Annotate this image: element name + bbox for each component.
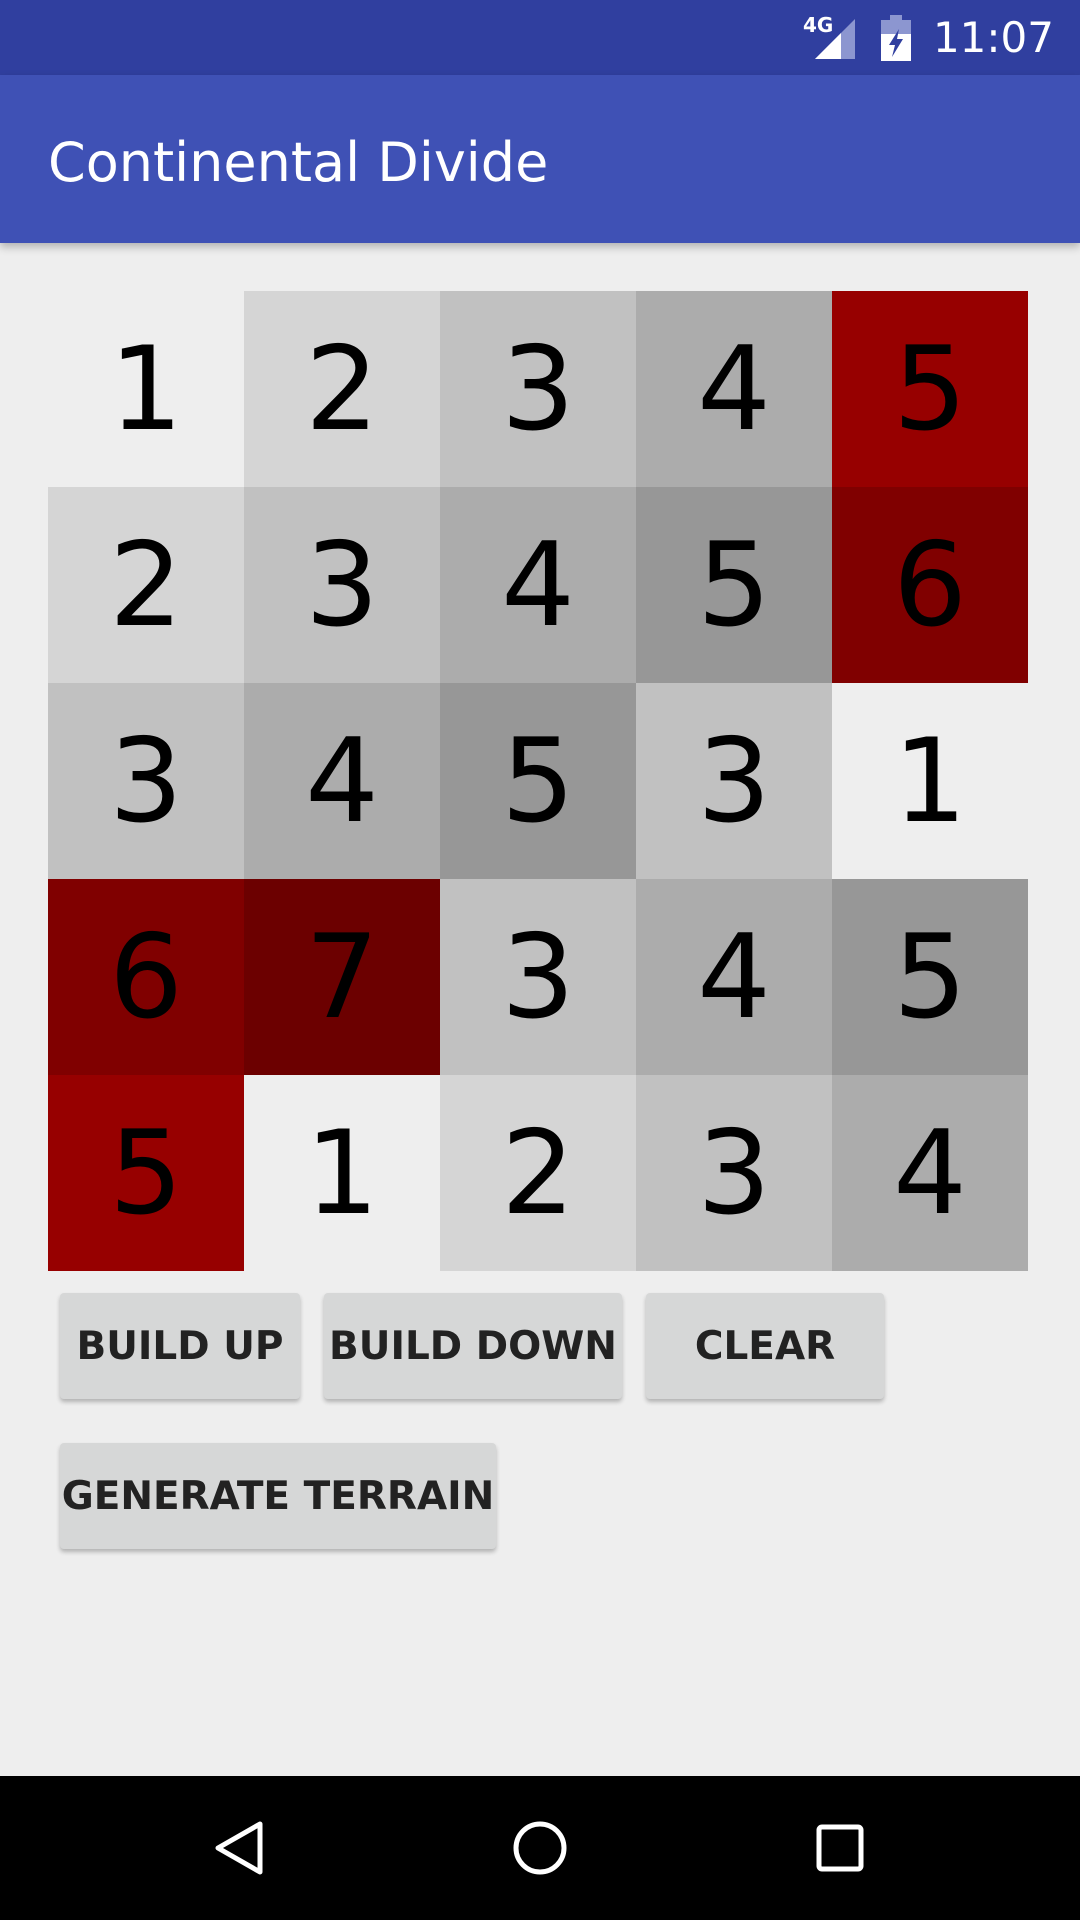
grid-cell[interactable]: 5 xyxy=(832,879,1028,1075)
grid-cell[interactable]: 3 xyxy=(440,291,636,487)
grid-cell[interactable]: 4 xyxy=(636,291,832,487)
app-title: Continental Divide xyxy=(48,131,549,194)
app-bar: Continental Divide xyxy=(0,75,1080,243)
build-down-button[interactable]: BUILD DOWN xyxy=(324,1293,622,1399)
grid-cell[interactable]: 3 xyxy=(636,683,832,879)
grid-cell[interactable]: 6 xyxy=(48,879,244,1075)
status-bar: 4G 11:07 xyxy=(0,0,1080,75)
grid-cell[interactable]: 2 xyxy=(440,1075,636,1271)
grid-cell[interactable]: 5 xyxy=(440,683,636,879)
grid-cell[interactable]: 5 xyxy=(636,487,832,683)
grid-cell[interactable]: 2 xyxy=(244,291,440,487)
grid-cell[interactable]: 1 xyxy=(244,1075,440,1271)
clear-button[interactable]: CLEAR xyxy=(646,1293,884,1399)
grid-cell[interactable]: 1 xyxy=(832,683,1028,879)
back-icon[interactable] xyxy=(210,1818,270,1878)
grid-cell[interactable]: 6 xyxy=(832,487,1028,683)
grid-cell[interactable]: 3 xyxy=(48,683,244,879)
signal-icon: 4G xyxy=(803,13,859,61)
navigation-bar xyxy=(0,1776,1080,1920)
home-icon[interactable] xyxy=(510,1818,570,1878)
grid-cell[interactable]: 4 xyxy=(244,683,440,879)
grid-cell[interactable]: 5 xyxy=(832,291,1028,487)
grid-cell[interactable]: 4 xyxy=(636,879,832,1075)
grid-cell[interactable]: 3 xyxy=(636,1075,832,1271)
status-icons: 4G 11:07 xyxy=(803,10,1054,65)
grid-cell[interactable]: 4 xyxy=(440,487,636,683)
grid-cell[interactable]: 1 xyxy=(48,291,244,487)
recents-icon[interactable] xyxy=(810,1818,870,1878)
grid-cell[interactable]: 2 xyxy=(48,487,244,683)
grid-cell[interactable]: 3 xyxy=(440,879,636,1075)
terrain-grid: 1234523456345316734551234 xyxy=(48,291,1028,1271)
grid-cell[interactable]: 7 xyxy=(244,879,440,1075)
grid-cell[interactable]: 5 xyxy=(48,1075,244,1271)
battery-charging-icon xyxy=(880,14,911,61)
grid-cell[interactable]: 4 xyxy=(832,1075,1028,1271)
generate-terrain-button[interactable]: GENERATE TERRAIN xyxy=(60,1443,496,1549)
status-time: 11:07 xyxy=(932,13,1054,62)
build-up-button[interactable]: BUILD UP xyxy=(60,1293,300,1399)
grid-cell[interactable]: 3 xyxy=(244,487,440,683)
